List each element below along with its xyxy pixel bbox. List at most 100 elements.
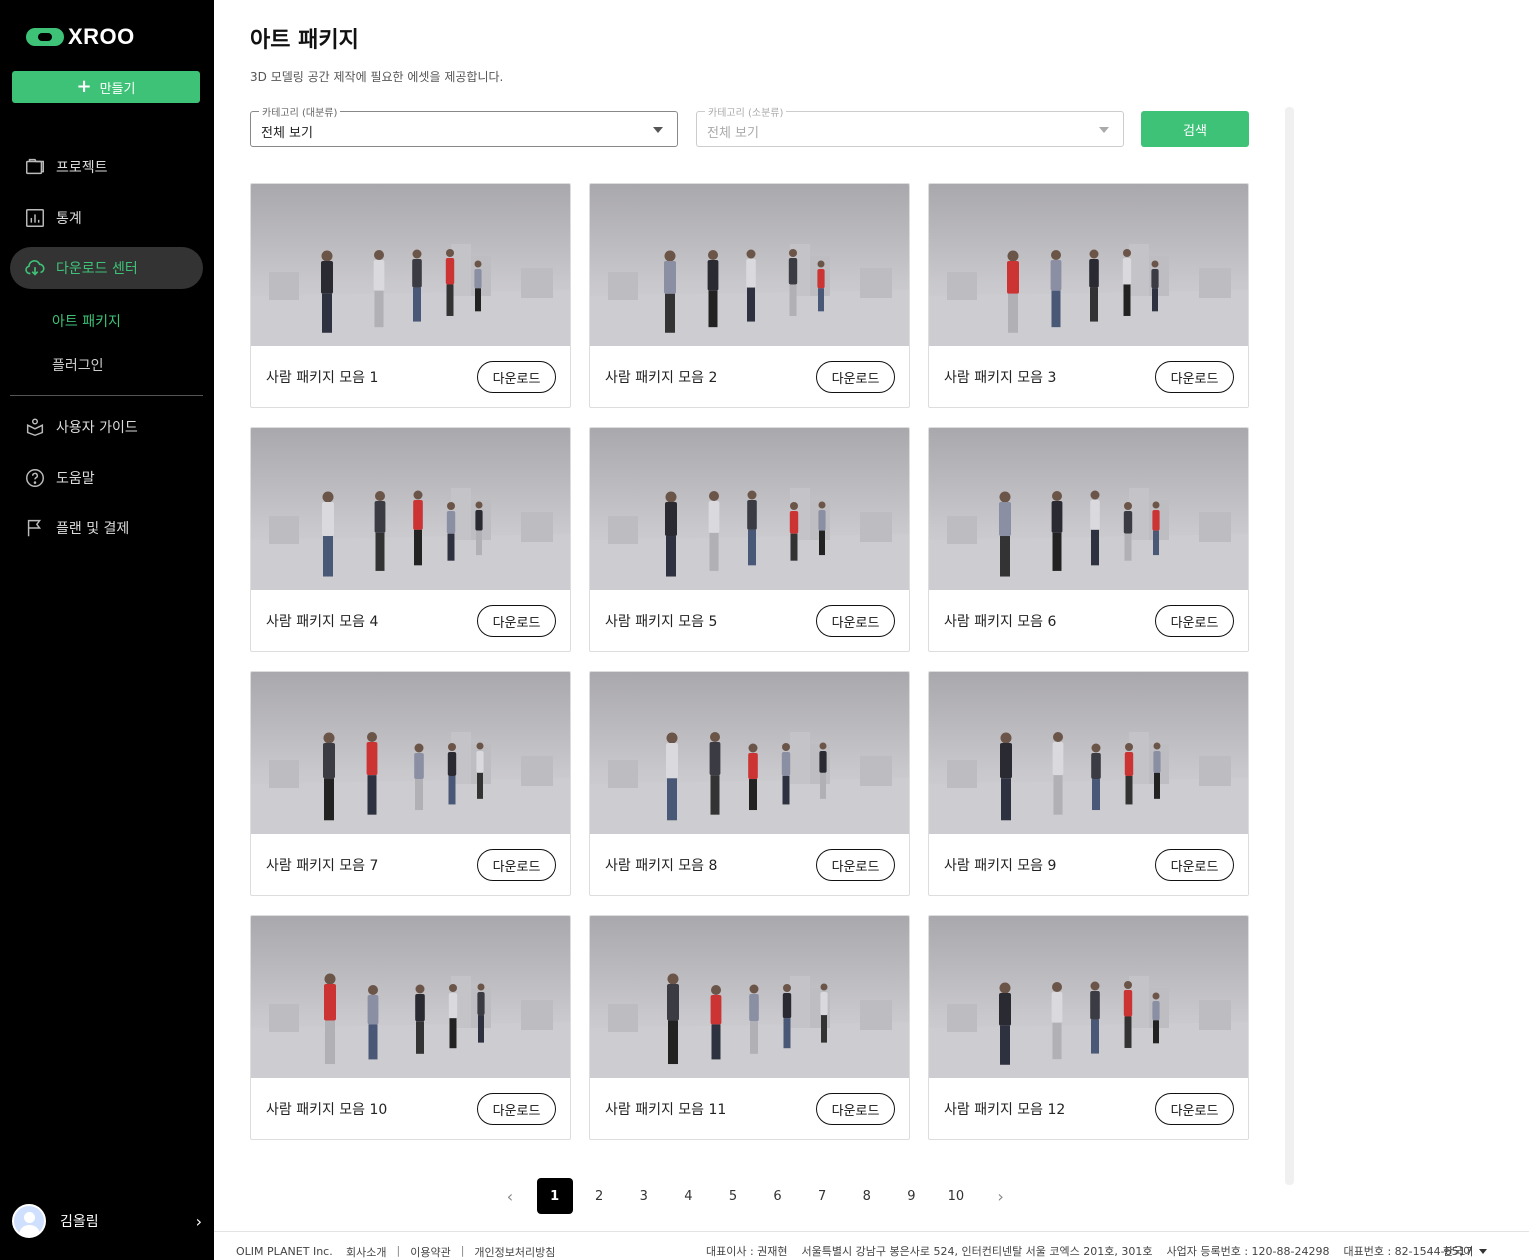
card-footer: 사람 패키지 모음 12 다운로드 xyxy=(929,1078,1248,1139)
sidebar-divider xyxy=(10,395,203,396)
download-button[interactable]: 다운로드 xyxy=(477,605,556,637)
footer-corp: OLIM PLANET Inc. xyxy=(236,1245,333,1258)
card-footer: 사람 패키지 모음 1 다운로드 xyxy=(251,346,570,407)
package-thumbnail[interactable] xyxy=(590,428,909,590)
card-title: 사람 패키지 모음 10 xyxy=(266,1102,388,1118)
sidebar-item-statistics[interactable]: 통계 xyxy=(10,197,203,239)
download-button[interactable]: 다운로드 xyxy=(1155,605,1234,637)
sidebar-item-download-center[interactable]: 다운로드 센터 xyxy=(10,247,203,289)
footer-ceo: 대표이사 : 권재현 xyxy=(706,1245,788,1258)
sidebar-item-projects[interactable]: 프로젝트 xyxy=(10,146,203,188)
language-value: 한국어 xyxy=(1443,1245,1474,1258)
sidebar-item-user-guide[interactable]: 사용자 가이드 xyxy=(10,406,203,448)
next-page-button[interactable]: › xyxy=(983,1178,1019,1214)
page-button[interactable]: 4 xyxy=(670,1178,706,1214)
package-card: 사람 패키지 모음 6 다운로드 xyxy=(928,427,1249,652)
user-profile[interactable]: 김올림 › xyxy=(12,1204,202,1238)
download-button[interactable]: 다운로드 xyxy=(816,1093,895,1125)
page-description: 3D 모델링 공간 제작에 필요한 에셋을 제공합니다. xyxy=(250,70,504,84)
card-footer: 사람 패키지 모음 10 다운로드 xyxy=(251,1078,570,1139)
card-title: 사람 패키지 모음 12 xyxy=(944,1102,1066,1118)
sidebar-item-help[interactable]: 도움말 xyxy=(10,457,203,499)
page-button[interactable]: 10 xyxy=(938,1178,974,1214)
help-icon xyxy=(26,469,44,487)
download-button[interactable]: 다운로드 xyxy=(816,605,895,637)
page-button[interactable]: 3 xyxy=(626,1178,662,1214)
package-thumbnail[interactable] xyxy=(251,184,570,346)
download-button[interactable]: 다운로드 xyxy=(1155,849,1234,881)
sidebar-item-label: 플랜 및 결제 xyxy=(56,521,130,537)
card-title: 사람 패키지 모음 1 xyxy=(266,370,379,386)
download-button[interactable]: 다운로드 xyxy=(1155,361,1234,393)
package-thumbnail[interactable] xyxy=(251,428,570,590)
footer-link-terms[interactable]: 이용약관 xyxy=(410,1244,450,1260)
package-thumbnail[interactable] xyxy=(929,916,1248,1078)
card-footer: 사람 패키지 모음 9 다운로드 xyxy=(929,834,1248,895)
page-button[interactable]: 1 xyxy=(536,1178,573,1214)
sidebar-item-label: 도움말 xyxy=(56,471,95,487)
sidebar-item-label: 프로젝트 xyxy=(56,160,108,176)
category-minor-label: 카테고리 (소분류) xyxy=(705,104,787,119)
category-minor-value: 전체 보기 xyxy=(707,126,759,141)
card-title: 사람 패키지 모음 7 xyxy=(266,858,379,874)
footer-business-number: 사업자 등록번호 : 120-88-24298 xyxy=(1166,1245,1330,1258)
logo[interactable]: XROO xyxy=(26,24,135,50)
sidebar-subitem-art-package[interactable]: 아트 패키지 xyxy=(52,311,121,331)
footer-company-info: 대표이사 : 권재현 서울특별시 강남구 봉은사로 524, 인터컨티넨탈 서울… xyxy=(706,1243,1473,1259)
prev-page-button[interactable]: ‹ xyxy=(492,1178,528,1214)
download-button[interactable]: 다운로드 xyxy=(1155,1093,1234,1125)
card-title: 사람 패키지 모음 5 xyxy=(605,614,718,630)
footer-link-privacy[interactable]: 개인정보처리방침 xyxy=(474,1244,555,1260)
category-major-select[interactable]: 카테고리 (대분류) 전체 보기 xyxy=(250,104,678,147)
footer-links: 회사소개 | 이용약관 | 개인정보처리방침 xyxy=(346,1244,555,1260)
footer-separator: | xyxy=(396,1244,401,1257)
search-button[interactable]: 검색 xyxy=(1141,111,1249,147)
download-button[interactable]: 다운로드 xyxy=(816,849,895,881)
main-content: 아트 패키지 3D 모델링 공간 제작에 필요한 에셋을 제공합니다. 카테고리… xyxy=(214,0,1529,1260)
card-title: 사람 패키지 모음 2 xyxy=(605,370,718,386)
card-footer: 사람 패키지 모음 8 다운로드 xyxy=(590,834,909,895)
card-title: 사람 패키지 모음 3 xyxy=(944,370,1057,386)
package-card: 사람 패키지 모음 8 다운로드 xyxy=(589,671,910,896)
card-footer: 사람 패키지 모음 11 다운로드 xyxy=(590,1078,909,1139)
page-button[interactable]: 6 xyxy=(760,1178,796,1214)
sidebar: XROO + 만들기 프로젝트 통계 다운로드 센터 아트 패키지 플러그인 사… xyxy=(0,0,214,1260)
package-thumbnail[interactable] xyxy=(590,184,909,346)
create-button[interactable]: + 만들기 xyxy=(12,71,200,103)
logo-text: XROO xyxy=(68,24,135,49)
footer-address: 서울특별시 강남구 봉은사로 524, 인터컨티넨탈 서울 코엑스 201호, … xyxy=(801,1245,1153,1258)
page-button[interactable]: 9 xyxy=(893,1178,929,1214)
sidebar-subitem-plugin[interactable]: 플러그인 xyxy=(52,355,104,375)
package-thumbnail[interactable] xyxy=(929,672,1248,834)
footer-link-about[interactable]: 회사소개 xyxy=(346,1244,386,1260)
package-card: 사람 패키지 모음 1 다운로드 xyxy=(250,183,571,408)
download-button[interactable]: 다운로드 xyxy=(477,361,556,393)
package-thumbnail[interactable] xyxy=(590,916,909,1078)
card-title: 사람 패키지 모음 4 xyxy=(266,614,379,630)
package-card: 사람 패키지 모음 3 다운로드 xyxy=(928,183,1249,408)
flag-icon xyxy=(27,519,42,537)
category-minor-select[interactable]: 카테고리 (소분류) 전체 보기 xyxy=(696,104,1124,147)
download-button[interactable]: 다운로드 xyxy=(477,849,556,881)
chevron-right-icon[interactable]: › xyxy=(196,1212,202,1231)
page-button[interactable]: 5 xyxy=(715,1178,751,1214)
package-thumbnail[interactable] xyxy=(929,428,1248,590)
caret-down-icon xyxy=(653,127,663,133)
sidebar-item-label: 사용자 가이드 xyxy=(56,420,138,436)
page-button[interactable]: 2 xyxy=(581,1178,617,1214)
page-button[interactable]: 7 xyxy=(804,1178,840,1214)
package-thumbnail[interactable] xyxy=(251,672,570,834)
page-title: 아트 패키지 xyxy=(250,28,359,53)
download-button[interactable]: 다운로드 xyxy=(477,1093,556,1125)
footer: OLIM PLANET Inc. 회사소개 | 이용약관 | 개인정보처리방침 … xyxy=(214,1231,1529,1260)
page-button[interactable]: 8 xyxy=(849,1178,885,1214)
package-card: 사람 패키지 모음 10 다운로드 xyxy=(250,915,571,1140)
card-footer: 사람 패키지 모음 4 다운로드 xyxy=(251,590,570,651)
package-thumbnail[interactable] xyxy=(929,184,1248,346)
download-button[interactable]: 다운로드 xyxy=(816,361,895,393)
package-thumbnail[interactable] xyxy=(251,916,570,1078)
sidebar-item-plan-billing[interactable]: 플랜 및 결제 xyxy=(10,507,203,549)
language-select[interactable]: 한국어 xyxy=(1443,1243,1488,1259)
package-thumbnail[interactable] xyxy=(590,672,909,834)
scrollbar[interactable] xyxy=(1285,107,1294,1185)
